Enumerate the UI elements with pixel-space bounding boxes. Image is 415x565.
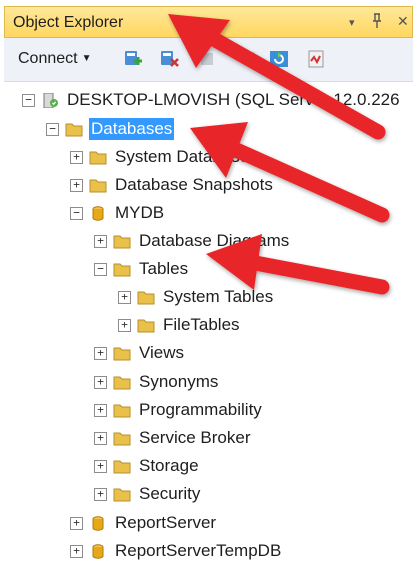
folder-icon xyxy=(113,487,131,502)
disconnect-icon[interactable] xyxy=(158,49,180,69)
expand-toggle[interactable]: + xyxy=(94,459,107,473)
database-icon xyxy=(89,515,107,531)
auto-hide-pin-icon[interactable] xyxy=(371,13,383,32)
folder-icon xyxy=(113,375,131,390)
tables-label: Tables xyxy=(139,259,189,278)
panel-title: Object Explorer xyxy=(13,14,124,31)
mydb-label: MYDB xyxy=(115,203,165,222)
folder-icon xyxy=(113,459,131,474)
folder-icon xyxy=(113,262,131,277)
collapse-toggle[interactable]: − xyxy=(22,93,35,107)
activity-monitor-icon[interactable] xyxy=(306,49,328,69)
tree-node-reportservertempdb[interactable]: + ReportServerTempDB xyxy=(70,539,283,563)
database-icon xyxy=(89,205,107,221)
tree-node-views[interactable]: + Views xyxy=(94,341,186,365)
synonyms-label: Synonyms xyxy=(139,372,219,391)
collapse-toggle[interactable]: − xyxy=(94,262,107,276)
expand-toggle[interactable]: + xyxy=(118,318,131,332)
database-diagrams-label: Database Diagrams xyxy=(139,231,290,250)
expand-toggle[interactable]: + xyxy=(70,178,83,192)
tree-node-security[interactable]: + Security xyxy=(94,482,202,506)
tree-node-storage[interactable]: + Storage xyxy=(94,454,201,478)
folder-icon xyxy=(89,178,107,193)
tree-node-synonyms[interactable]: + Synonyms xyxy=(94,370,220,394)
tree-node-server[interactable]: − DESKTOP-LMOVISH (SQL Server 12.0.226 xyxy=(22,88,402,112)
expand-toggle[interactable]: + xyxy=(70,544,83,558)
chevron-down-icon: ▼ xyxy=(81,53,92,64)
expand-toggle[interactable]: + xyxy=(70,150,83,164)
database-icon xyxy=(89,543,107,559)
filter-icon[interactable] xyxy=(236,49,258,69)
refresh-icon[interactable] xyxy=(268,49,290,69)
tree-node-service-broker[interactable]: + Service Broker xyxy=(94,426,252,450)
stop-icon[interactable] xyxy=(196,49,218,69)
filetables-label: FileTables xyxy=(163,315,240,334)
connect-object-icon[interactable] xyxy=(122,49,144,69)
expand-toggle[interactable]: + xyxy=(70,516,83,530)
tree-node-reportserver[interactable]: + ReportServer xyxy=(70,511,218,535)
tree-node-database-diagrams[interactable]: + Database Diagrams xyxy=(94,229,291,253)
connect-button[interactable]: Connect ▼ xyxy=(18,50,92,68)
expand-toggle[interactable]: + xyxy=(94,234,107,248)
reportservertempdb-label: ReportServerTempDB xyxy=(115,541,282,560)
views-label: Views xyxy=(139,343,185,362)
expand-toggle[interactable]: + xyxy=(94,346,107,360)
security-label: Security xyxy=(139,484,201,503)
folder-icon xyxy=(113,431,131,446)
service-broker-label: Service Broker xyxy=(139,428,251,447)
object-explorer-panel: Object Explorer ▾ ✕ Connect ▼ − DESKTOP-… xyxy=(0,0,415,565)
folder-icon xyxy=(113,403,131,418)
system-databases-label: System Databases xyxy=(115,147,258,166)
folder-icon xyxy=(113,346,131,361)
window-position-dropdown-icon[interactable]: ▾ xyxy=(349,16,355,29)
programmability-label: Programmability xyxy=(139,400,262,419)
object-explorer-toolbar: Connect ▼ xyxy=(4,38,413,82)
server-icon xyxy=(41,92,59,108)
tree-node-databases[interactable]: − Databases xyxy=(46,117,175,141)
annotation-arrows xyxy=(168,14,390,295)
tree-node-filetables[interactable]: + FileTables xyxy=(118,313,242,337)
collapse-toggle[interactable]: − xyxy=(46,122,59,136)
folder-icon xyxy=(137,318,155,333)
tree-node-database-snapshots[interactable]: + Database Snapshots xyxy=(70,173,275,197)
system-tables-label: System Tables xyxy=(163,287,274,306)
folder-icon xyxy=(137,290,155,305)
folder-icon xyxy=(65,122,83,137)
connect-label: Connect xyxy=(18,50,78,67)
expand-toggle[interactable]: + xyxy=(94,375,107,389)
tree-node-system-tables[interactable]: + System Tables xyxy=(118,285,275,309)
tree-node-tables[interactable]: − Tables xyxy=(94,257,190,281)
folder-icon xyxy=(113,234,131,249)
expand-toggle[interactable]: + xyxy=(94,431,107,445)
database-snapshots-label: Database Snapshots xyxy=(115,175,273,194)
server-label: DESKTOP-LMOVISH (SQL Server 12.0.226 xyxy=(67,90,400,109)
close-icon[interactable]: ✕ xyxy=(397,13,409,30)
reportserver-label: ReportServer xyxy=(115,513,217,532)
tree-node-mydb[interactable]: − MYDB xyxy=(70,201,166,225)
databases-label: Databases xyxy=(89,118,175,140)
collapse-toggle[interactable]: − xyxy=(70,206,83,220)
expand-toggle[interactable]: + xyxy=(94,487,107,501)
tree-node-programmability[interactable]: + Programmability xyxy=(94,398,264,422)
expand-toggle[interactable]: + xyxy=(118,290,131,304)
object-explorer-titlebar[interactable]: Object Explorer ▾ ✕ xyxy=(4,6,413,38)
tree-node-system-databases[interactable]: + System Databases xyxy=(70,145,260,169)
storage-label: Storage xyxy=(139,456,199,475)
expand-toggle[interactable]: + xyxy=(94,403,107,417)
folder-icon xyxy=(89,150,107,165)
